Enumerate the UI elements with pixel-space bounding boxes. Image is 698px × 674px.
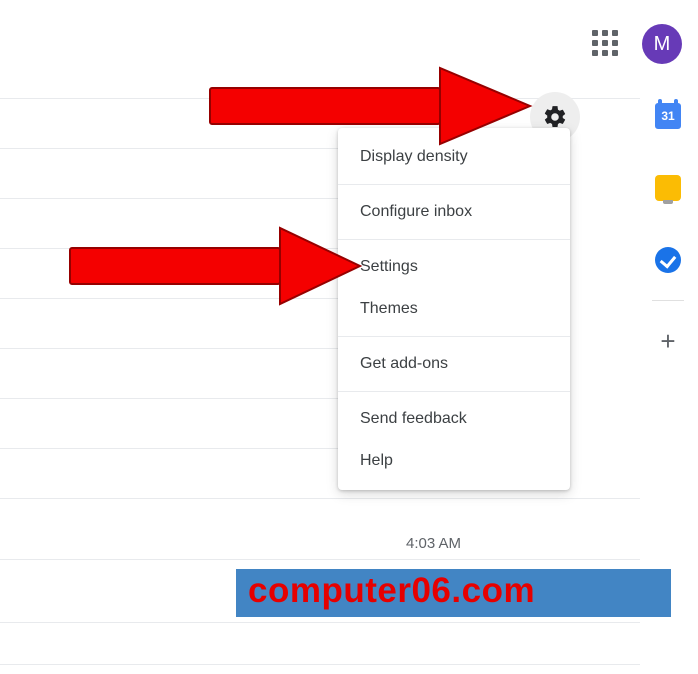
menu-item-send-feedback[interactable]: Send feedback: [338, 398, 570, 440]
row-separator: [0, 559, 640, 560]
keep-sidepanel-button[interactable]: [638, 152, 698, 224]
row-separator: [0, 198, 340, 199]
keep-icon: [655, 175, 681, 201]
email-timestamp: 4:03 AM: [406, 535, 461, 552]
menu-item-settings[interactable]: Settings: [338, 246, 570, 288]
menu-separator: [338, 239, 570, 240]
annotation-arrow-settings: [60, 210, 370, 330]
plus-icon: +: [660, 326, 675, 357]
row-separator: [0, 398, 340, 399]
row-separator: [0, 348, 340, 349]
menu-item-configure-inbox[interactable]: Configure inbox: [338, 191, 570, 233]
menu-separator: [338, 336, 570, 337]
menu-separator: [338, 391, 570, 392]
menu-item-get-addons[interactable]: Get add-ons: [338, 343, 570, 385]
menu-separator: [338, 184, 570, 185]
settings-dropdown-menu: Display density Configure inbox Settings…: [338, 128, 570, 490]
side-panel: 31 +: [638, 80, 698, 377]
side-panel-separator: [652, 300, 684, 301]
calendar-icon: 31: [655, 103, 681, 129]
account-avatar[interactable]: M: [642, 24, 682, 64]
row-separator: [0, 448, 340, 449]
row-separator: [0, 498, 640, 499]
watermark-text: computer06.com: [248, 571, 535, 611]
google-apps-icon[interactable]: [592, 30, 618, 56]
row-separator: [0, 664, 640, 665]
menu-item-themes[interactable]: Themes: [338, 288, 570, 330]
tasks-icon: [655, 247, 681, 273]
get-addons-sidepanel-button[interactable]: +: [638, 305, 698, 377]
row-separator: [0, 622, 640, 623]
calendar-sidepanel-button[interactable]: 31: [638, 80, 698, 152]
menu-item-help[interactable]: Help: [338, 440, 570, 482]
annotation-arrow-gear: [200, 50, 550, 170]
tasks-sidepanel-button[interactable]: [638, 224, 698, 296]
